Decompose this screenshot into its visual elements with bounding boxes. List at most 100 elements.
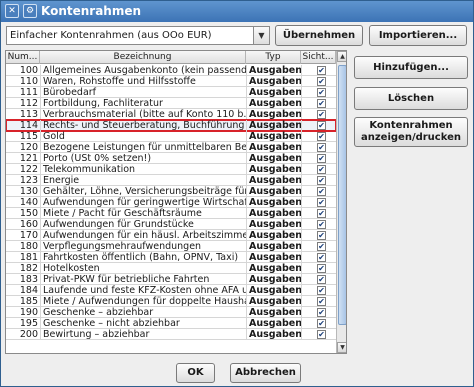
account-number: 182 — [19, 263, 38, 274]
visible-checkbox[interactable]: ✔ — [317, 308, 326, 317]
table-row[interactable]: 190 Geschenke – abziehbar Ausgaben ✔ — [6, 307, 336, 318]
table-row[interactable]: 110 Waren, Rohstoffe und Hilfsstoffe Ausga… — [6, 76, 336, 87]
delete-button[interactable]: Löschen — [354, 87, 468, 110]
visible-checkbox[interactable]: ✔ — [317, 286, 326, 295]
visible-checkbox[interactable]: ✔ — [317, 231, 326, 240]
visible-checkbox[interactable]: ✔ — [317, 88, 326, 97]
visible-checkbox[interactable]: ✔ — [317, 187, 326, 196]
table-row[interactable]: 182 Hotelkosten Ausgaben ✔ — [6, 263, 336, 274]
account-number: 130 — [19, 186, 38, 197]
table-row[interactable]: 195 Geschenke – nicht abziehbar Ausgaben ✔ — [6, 318, 336, 329]
visible-checkbox[interactable]: ✔ — [317, 110, 326, 119]
table-row-selected[interactable]: 114 Rechts- und Steuerberatung, Buchführu… — [6, 119, 337, 132]
visible-checkbox[interactable]: ✔ — [317, 242, 326, 251]
account-type: Ausgaben — [246, 274, 301, 285]
table-row[interactable]: 115 Gold Ausgaben ✔ — [6, 131, 336, 142]
table-row[interactable]: 150 Miete / Pacht für Geschäftsräume Ausga… — [6, 208, 336, 219]
info-icon[interactable]: ⚙ — [23, 4, 37, 18]
account-description: Miete / Aufwendungen für doppelte Hausha… — [40, 296, 246, 307]
checkmark-icon: ✔ — [318, 198, 325, 207]
visible-checkbox[interactable]: ✔ — [317, 143, 326, 152]
table-row[interactable]: 200 Bewirtung – abziehbar Ausgaben ✔ — [6, 329, 336, 340]
vertical-scrollbar[interactable]: ▲ ▼ — [336, 51, 346, 353]
table-row[interactable]: 130 Gehälter, Löhne, Versicherungsbeiträg… — [6, 186, 336, 197]
visible-checkbox[interactable]: ✔ — [317, 264, 326, 273]
table-row[interactable]: 140 Aufwendungen für geringwertige Wirtsc… — [6, 197, 336, 208]
kontenrahmen-dialog: ✕ ⚙ Kontenrahmen Einfacher Kontenrahmen … — [0, 0, 474, 387]
account-description: Privat-PKW für betriebliche Fahrten — [40, 274, 246, 285]
checkmark-icon: ✔ — [318, 209, 325, 218]
visible-cell: ✔ — [301, 76, 336, 87]
chevron-down-icon[interactable]: ▼ — [253, 27, 269, 44]
table-row[interactable]: 112 Fortbildung, Fachliteratur Ausgaben ✔ — [6, 98, 336, 109]
table-row[interactable]: 181 Fahrtkosten öffentlich (Bahn, ÖPNV, T… — [6, 252, 336, 263]
visible-checkbox[interactable]: ✔ — [317, 165, 326, 174]
table-row[interactable]: 120 Bezogene Leistungen für unmittelbaren… — [6, 142, 336, 153]
scroll-down-icon[interactable]: ▼ — [337, 342, 346, 353]
account-number: 181 — [19, 252, 38, 263]
show-print-button[interactable]: Kontenrahmen anzeigen/drucken — [354, 117, 468, 147]
table-row[interactable]: 183 Privat-PKW für betriebliche Fahrten Au… — [6, 274, 336, 285]
table-row[interactable]: 185 Miete / Aufwendungen für doppelte Hau… — [6, 296, 336, 307]
table-row[interactable]: 123 Energie Ausgaben ✔ — [6, 175, 336, 186]
scroll-thumb[interactable] — [338, 65, 346, 325]
visible-checkbox[interactable]: ✔ — [317, 77, 326, 86]
table-row[interactable]: 122 Telekommunikation Ausgaben ✔ — [6, 164, 336, 175]
chart-select[interactable]: Einfacher Kontenrahmen (aus OOo EUR) ▼ — [6, 26, 270, 45]
account-description: Waren, Rohstoffe und Hilfsstoffe — [40, 76, 246, 87]
visible-checkbox[interactable]: ✔ — [317, 330, 326, 339]
table-row[interactable]: 113 Verbrauchsmaterial (bitte auf Konto 1… — [6, 109, 336, 120]
import-button[interactable]: Importieren... — [369, 25, 467, 46]
visible-cell: ✔ — [301, 120, 336, 131]
accounts-table: Num... Bezeichnung Typ Sicht... 100 Allge… — [5, 50, 347, 354]
visible-checkbox[interactable]: ✔ — [317, 253, 326, 262]
ok-button[interactable]: OK — [176, 363, 215, 383]
account-type: Ausgaben — [246, 329, 301, 340]
visible-cell: ✔ — [301, 252, 336, 263]
visible-checkbox[interactable]: ✔ — [317, 154, 326, 163]
account-description: Aufwendungen für Grundstücke — [40, 219, 246, 230]
visible-cell: ✔ — [301, 197, 336, 208]
visible-checkbox[interactable]: ✔ — [317, 220, 326, 229]
account-number: 183 — [19, 274, 38, 285]
visible-cell: ✔ — [301, 142, 336, 153]
table-row[interactable]: 170 Aufwendungen für ein häusl. Arbeitszi… — [6, 230, 336, 241]
account-type: Ausgaben — [246, 142, 301, 153]
visible-checkbox[interactable]: ✔ — [317, 99, 326, 108]
visible-checkbox[interactable]: ✔ — [317, 209, 326, 218]
visible-checkbox[interactable]: ✔ — [317, 297, 326, 306]
apply-button[interactable]: Übernehmen — [275, 25, 363, 46]
account-number: 190 — [19, 307, 38, 318]
account-number: 120 — [19, 142, 38, 153]
visible-checkbox[interactable]: ✔ — [317, 66, 326, 75]
account-type: Ausgaben — [246, 208, 301, 219]
table-row[interactable]: 184 Laufende und feste KFZ-Kosten ohne AF… — [6, 285, 336, 296]
visible-checkbox[interactable]: ✔ — [317, 319, 326, 328]
visible-checkbox[interactable]: ✔ — [317, 121, 326, 130]
table-row[interactable]: 180 Verpflegungsmehraufwendungen Ausgaben ✔ — [6, 241, 336, 252]
table-row[interactable]: 121 Porto (USt 0% setzen!) Ausgaben ✔ — [6, 153, 336, 164]
table-row[interactable]: 111 Bürobedarf Ausgaben ✔ — [6, 87, 336, 98]
visible-checkbox[interactable]: ✔ — [317, 176, 326, 185]
column-header-type[interactable]: Typ — [246, 51, 301, 64]
visible-cell: ✔ — [301, 318, 336, 329]
visible-checkbox[interactable]: ✔ — [317, 132, 326, 141]
scroll-up-icon[interactable]: ▲ — [337, 51, 346, 62]
app-menu-icon[interactable]: ✕ — [5, 4, 19, 18]
account-type: Ausgaben — [246, 120, 301, 131]
account-number: 112 — [19, 98, 38, 109]
visible-cell: ✔ — [301, 263, 336, 274]
table-row[interactable]: 160 Aufwendungen für Grundstücke Ausgaben ✔ — [6, 219, 336, 230]
account-description: Verbrauchsmaterial (bitte auf Konto 110 … — [40, 109, 246, 120]
column-header-number[interactable]: Num... — [6, 51, 40, 64]
account-number: 170 — [19, 230, 38, 241]
account-type: Ausgaben — [246, 307, 301, 318]
add-button[interactable]: Hinzufügen... — [354, 56, 468, 79]
visible-checkbox[interactable]: ✔ — [317, 198, 326, 207]
column-header-description[interactable]: Bezeichnung — [40, 51, 246, 64]
cancel-button[interactable]: Abbrechen — [230, 363, 301, 383]
table-row[interactable]: 100 Allgemeines Ausgabenkonto (kein passe… — [6, 65, 336, 76]
title-bar[interactable]: ✕ ⚙ Kontenrahmen — [1, 1, 473, 22]
visible-checkbox[interactable]: ✔ — [317, 275, 326, 284]
column-header-visible[interactable]: Sicht... — [301, 51, 336, 64]
